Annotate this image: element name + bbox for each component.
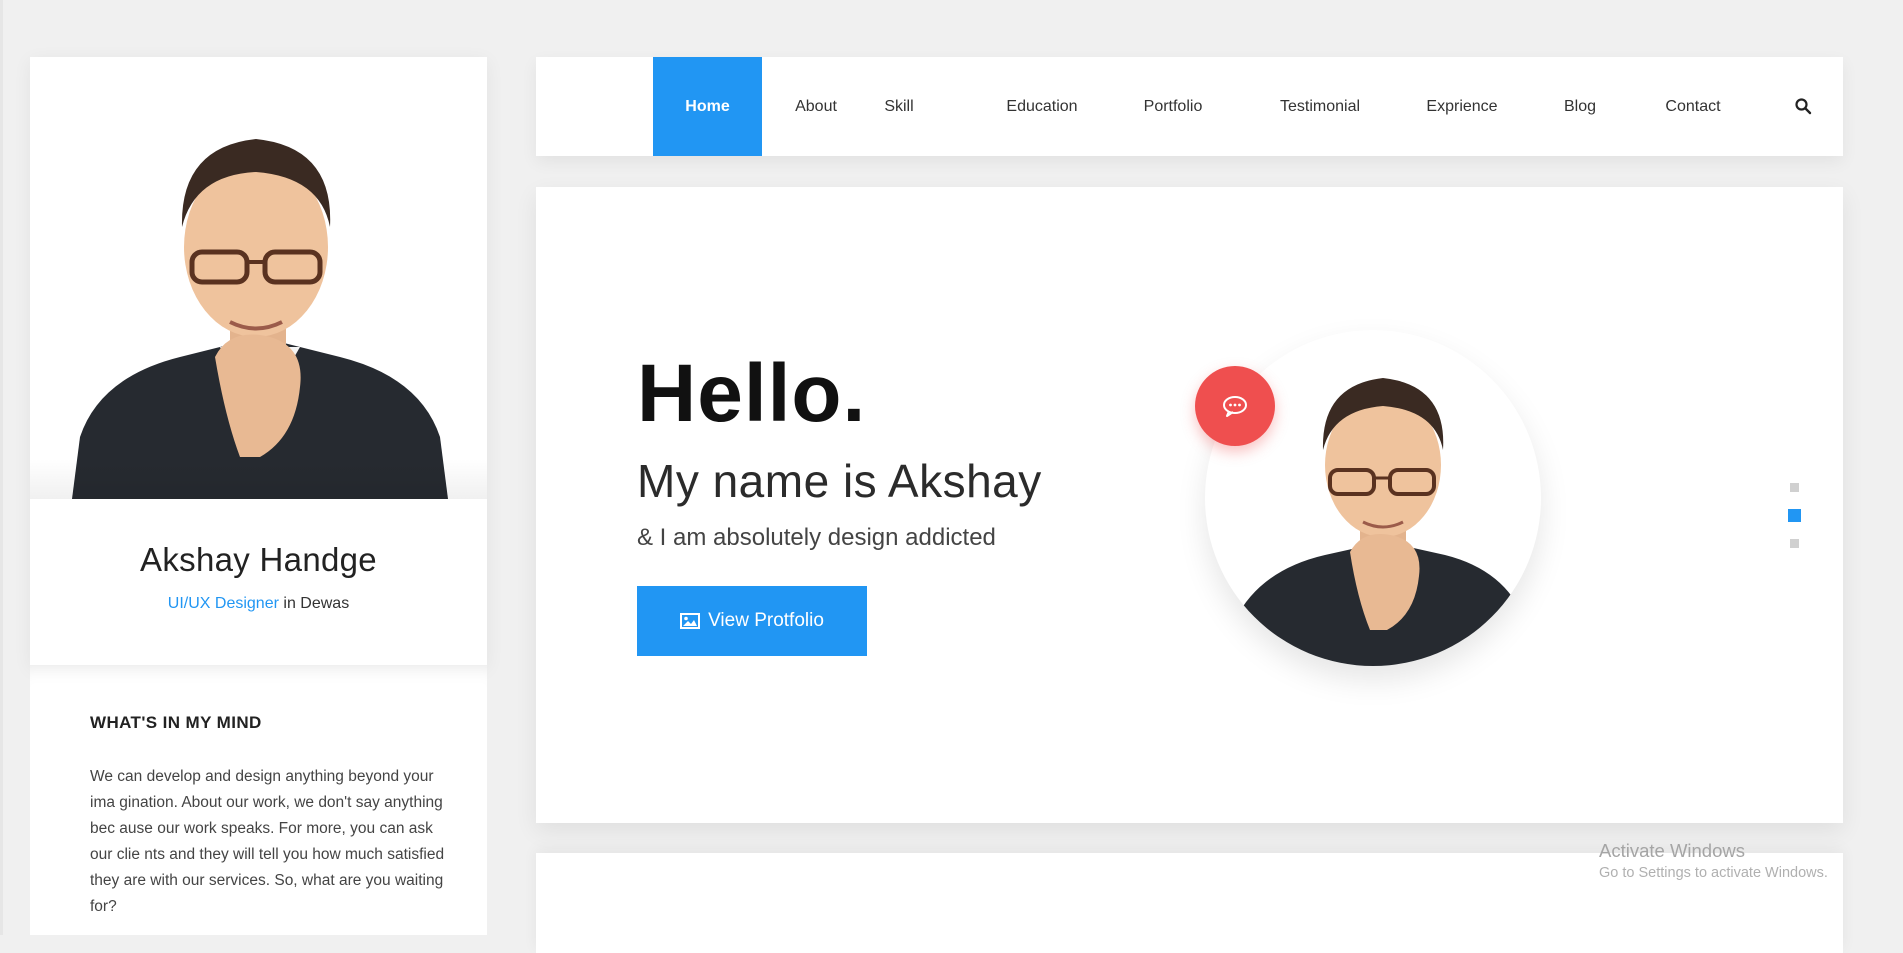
view-portfolio-button[interactable]: View Protfolio: [637, 586, 867, 656]
profile-role[interactable]: UI/UX Designer: [168, 595, 279, 612]
activate-windows-title: Activate Windows: [1599, 840, 1745, 861]
view-portfolio-label: View Protfolio: [708, 610, 824, 631]
nav-education[interactable]: Education: [992, 57, 1092, 156]
nav-home[interactable]: Home: [653, 57, 762, 156]
hero-greeting: Hello.: [637, 348, 867, 439]
mind-title: WHAT'S IN MY MIND: [90, 713, 262, 732]
page-left-edge: [0, 0, 3, 935]
chat-button[interactable]: [1195, 366, 1275, 446]
nav-exprience[interactable]: Exprience: [1412, 57, 1512, 156]
profile-card: Akshay Handge UI/UX Designer in Dewas: [30, 57, 487, 665]
slider-dot-3[interactable]: [1790, 539, 1799, 548]
image-icon: [680, 613, 701, 629]
top-navbar: Home About Skill Education Portfolio Tes…: [536, 57, 1843, 156]
mind-text: We can develop and design anything beyon…: [90, 768, 445, 915]
chat-icon: [1223, 396, 1247, 417]
photo-shade: [30, 459, 487, 499]
nav-blog[interactable]: Blog: [1547, 57, 1613, 156]
nav-portfolio[interactable]: Portfolio: [1128, 57, 1218, 156]
slider-dot-2[interactable]: [1788, 509, 1801, 522]
nav-skill[interactable]: Skill: [869, 57, 929, 156]
nav-testimonial[interactable]: Testimonial: [1263, 57, 1377, 156]
profile-role-line: UI/UX Designer in Dewas: [30, 595, 487, 613]
profile-photo: [30, 57, 487, 499]
slider-dot-1[interactable]: [1790, 483, 1799, 492]
nav-contact[interactable]: Contact: [1653, 57, 1733, 156]
hero-tagline: & I am absolutely design addicted: [637, 524, 996, 551]
hero-name-line: My name is Akshay: [637, 455, 1042, 507]
profile-portrait-illustration: [72, 139, 448, 499]
profile-location: in Dewas: [283, 595, 350, 612]
search-icon[interactable]: [1794, 97, 1812, 115]
profile-name: Akshay Handge: [140, 541, 377, 578]
nav-about[interactable]: About: [781, 57, 851, 156]
mind-card: WHAT'S IN MY MIND We can develop and des…: [30, 665, 487, 935]
hero-section: Hello. My name is Akshay & I am absolute…: [536, 187, 1843, 823]
activate-windows-subtitle: Go to Settings to activate Windows.: [1599, 865, 1828, 881]
